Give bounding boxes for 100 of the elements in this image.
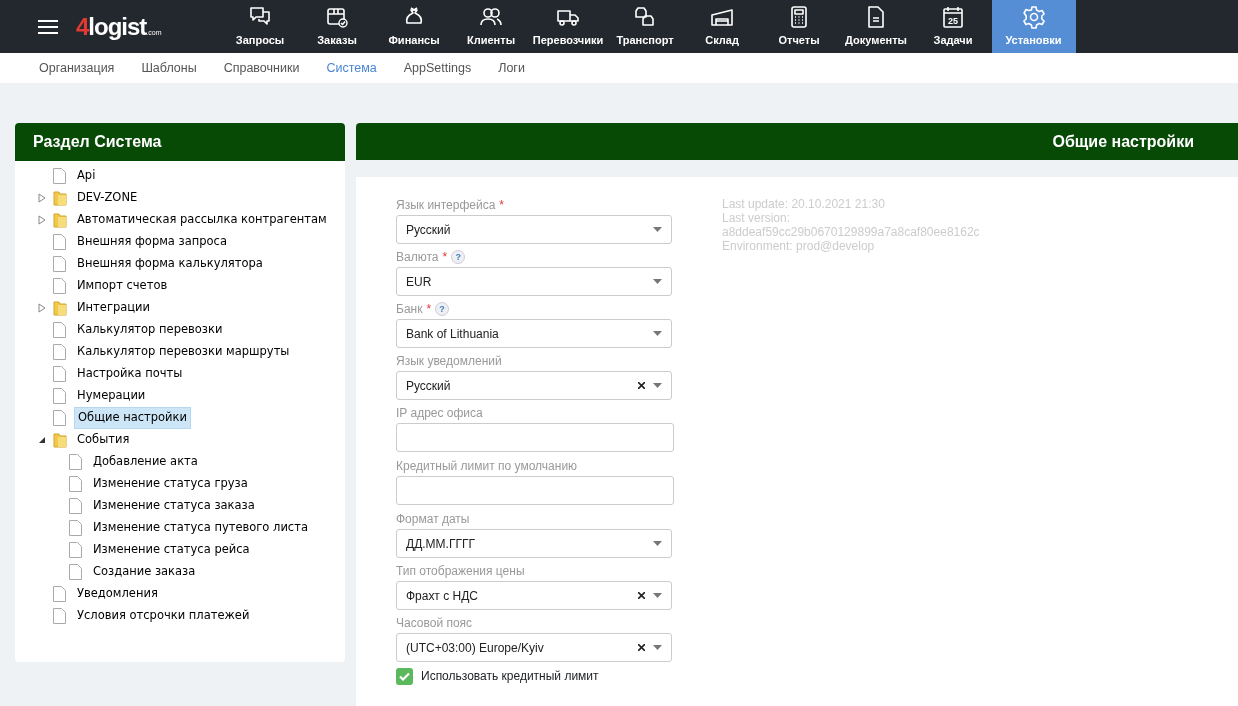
- select-field[interactable]: EUR: [396, 267, 672, 296]
- tree-item[interactable]: Условия отсрочки платежей: [74, 606, 253, 626]
- file-icon: [69, 520, 82, 536]
- file-icon: [69, 498, 82, 514]
- field-label: Часовой пояс: [396, 615, 473, 631]
- nav-tab[interactable]: Отчеты: [760, 0, 838, 53]
- field-label: IP адрес офиса: [396, 405, 483, 421]
- select-field[interactable]: Русский: [396, 371, 672, 400]
- sub-nav-link[interactable]: Шаблоны: [141, 58, 197, 78]
- file-icon: [69, 454, 82, 470]
- menu-icon[interactable]: [38, 18, 58, 35]
- select-field[interactable]: ДД.ММ.ГГГГ: [396, 529, 672, 558]
- tree-item[interactable]: Автоматическая рассылка контрагентам: [74, 210, 330, 230]
- sub-nav-link[interactable]: AppSettings: [403, 58, 472, 78]
- caret-icon: [653, 541, 662, 546]
- nav-tab[interactable]: Финансы: [375, 0, 453, 53]
- folder-icon: [53, 432, 67, 448]
- tree-item[interactable]: Внешняя форма запроса: [74, 232, 230, 252]
- expand-icon[interactable]: [37, 303, 47, 313]
- file-icon: [69, 564, 82, 580]
- tree-item[interactable]: Импорт счетов: [74, 276, 171, 296]
- panel-title: Общие настройки: [356, 123, 1238, 160]
- file-icon: [53, 608, 66, 624]
- field-label: Банк: [396, 301, 423, 317]
- tree-item[interactable]: Уведомления: [74, 584, 161, 604]
- tree-item[interactable]: Нумерации: [74, 386, 149, 406]
- tree-item[interactable]: Настройка почты: [74, 364, 186, 384]
- tree-item[interactable]: Изменение статуса заказа: [90, 496, 258, 516]
- nav-tab[interactable]: Перевозчики: [529, 0, 607, 53]
- field-label: Язык уведомлений: [396, 353, 502, 369]
- caret-icon: [653, 331, 662, 336]
- field-label: Тип отображения цены: [396, 563, 525, 579]
- caret-icon: [653, 279, 662, 284]
- file-icon: [53, 410, 66, 426]
- select-field[interactable]: (UTC+03:00) Europe/Kyiv: [396, 633, 672, 662]
- nav-tab[interactable]: Склад: [683, 0, 761, 53]
- tree-item[interactable]: Калькулятор перевозки маршруты: [74, 342, 293, 362]
- collapse-icon[interactable]: [37, 435, 47, 445]
- required-mark: *: [499, 197, 504, 213]
- tree-item[interactable]: События: [74, 430, 133, 450]
- file-icon: [53, 388, 66, 404]
- folder-icon: [53, 190, 67, 206]
- nav-tab[interactable]: Клиенты: [452, 0, 530, 53]
- checkbox-label: Использовать кредитный лимит: [421, 668, 599, 685]
- field-label: Язык интерфейса: [396, 197, 496, 213]
- nav-tab[interactable]: 25 Задачи: [914, 0, 992, 53]
- tree-item[interactable]: DEV-ZONE: [74, 188, 141, 208]
- clear-icon[interactable]: [638, 592, 645, 599]
- select-field[interactable]: Фрахт с НДС: [396, 581, 672, 610]
- nav-tab[interactable]: Заказы: [298, 0, 376, 53]
- file-icon: [53, 366, 66, 382]
- input-field[interactable]: [396, 476, 674, 505]
- sub-nav-link[interactable]: Организация: [39, 58, 115, 78]
- file-icon: [53, 344, 66, 360]
- file-icon: [69, 476, 82, 492]
- sub-nav-link[interactable]: Справочники: [223, 58, 300, 78]
- help-icon[interactable]: ?: [451, 250, 466, 264]
- tree-item[interactable]: Api: [74, 166, 99, 186]
- nav-tab[interactable]: Запросы: [221, 0, 299, 53]
- file-icon: [53, 278, 66, 294]
- file-icon: [53, 586, 66, 602]
- tree-item[interactable]: Изменение статуса рейса: [90, 540, 253, 560]
- sidebar-title: Раздел Система: [15, 123, 345, 161]
- expand-icon[interactable]: [37, 193, 47, 203]
- field-label: Валюта: [396, 249, 439, 265]
- file-icon: [53, 168, 66, 184]
- field-label: Формат даты: [396, 511, 470, 527]
- settings-icon: [1021, 4, 1046, 29]
- expand-icon[interactable]: [37, 215, 47, 225]
- nav-tab[interactable]: Транспорт: [606, 0, 684, 53]
- tree-item[interactable]: Добавление акта: [90, 452, 201, 472]
- tree-item[interactable]: Создание заказа: [90, 562, 199, 582]
- tree-item[interactable]: Внешняя форма калькулятора: [74, 254, 266, 274]
- nav-tab[interactable]: Документы: [837, 0, 915, 53]
- select-field[interactable]: Bank of Lithuania: [396, 319, 672, 348]
- file-icon: [69, 542, 82, 558]
- checkmark-icon: [399, 671, 410, 681]
- clear-icon[interactable]: [638, 644, 645, 651]
- sub-nav-link[interactable]: Система: [326, 58, 377, 78]
- checkbox[interactable]: [396, 667, 413, 685]
- tree-item[interactable]: Изменение статуса груза: [90, 474, 251, 494]
- caret-icon: [653, 645, 662, 650]
- file-icon: [53, 256, 66, 272]
- folder-icon: [53, 300, 67, 316]
- caret-icon: [653, 593, 662, 598]
- tree-item[interactable]: Интеграции: [74, 298, 154, 318]
- field-label: Кредитный лимит по умолчанию: [396, 458, 578, 474]
- caret-icon: [653, 383, 662, 388]
- select-field[interactable]: Русский: [396, 215, 672, 244]
- tree-item[interactable]: Изменение статуса путевого листа: [90, 518, 311, 538]
- required-mark: *: [426, 301, 432, 317]
- clear-icon[interactable]: [638, 382, 645, 389]
- sub-nav-link[interactable]: Логи: [498, 58, 525, 78]
- folder-icon: [53, 212, 67, 228]
- caret-icon: [653, 227, 662, 232]
- tree-item[interactable]: Калькулятор перевозки: [74, 320, 226, 340]
- tree-item[interactable]: Общие настройки: [74, 407, 191, 429]
- file-icon: [53, 322, 66, 338]
- input-field[interactable]: [396, 423, 674, 452]
- help-icon[interactable]: ?: [435, 302, 450, 316]
